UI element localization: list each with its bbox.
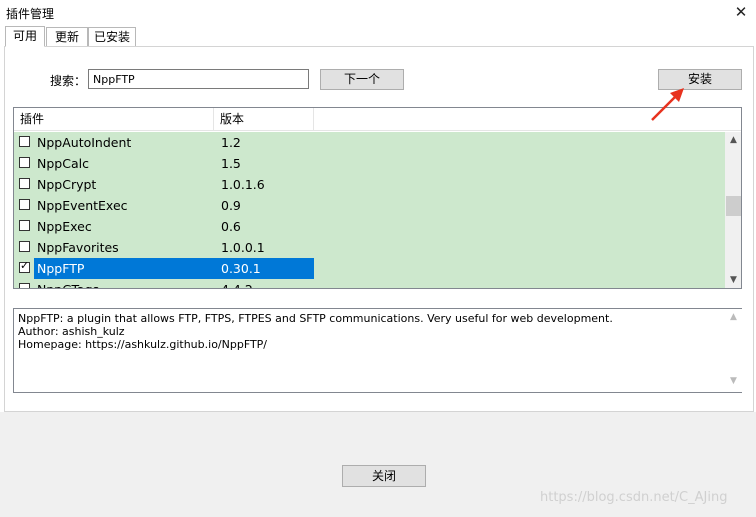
row-checkbox[interactable] (19, 241, 30, 252)
plugin-name: NppFTP (37, 261, 85, 276)
close-icon[interactable]: ✕ (728, 1, 754, 25)
title-bar: 插件管理 ✕ (0, 0, 756, 26)
list-item[interactable]: NppCrypt 1.0.1.6 (14, 174, 725, 195)
search-label: 搜索： (50, 74, 87, 88)
list-item[interactable]: NppFavorites 1.0.0.1 (14, 237, 725, 258)
plugin-version: 1.0.0.1 (221, 240, 265, 255)
row-checkbox[interactable] (19, 220, 30, 231)
plugin-version: 1.0.1.6 (221, 177, 265, 192)
list-item[interactable]: NppGTags 4.4.2 (14, 279, 725, 288)
column-header-plugin[interactable]: 插件 (14, 108, 214, 130)
search-input[interactable]: NppFTP (88, 69, 309, 89)
scroll-down-icon[interactable]: ▼ (725, 376, 742, 386)
plugin-name: NppFavorites (37, 240, 119, 255)
annotation-arrow-icon (651, 88, 684, 121)
row-checkbox[interactable] (19, 259, 30, 273)
plugin-name: NppCalc (37, 156, 89, 171)
description-scrollbar[interactable]: ▲ ▼ (725, 309, 742, 392)
tab-available[interactable]: 可用 (5, 26, 45, 47)
watermark: https://blog.csdn.net/C_AJing (540, 490, 728, 505)
plugin-version: 1.2 (221, 135, 241, 150)
row-checkbox[interactable] (19, 199, 30, 210)
plugin-version: 1.5 (221, 156, 241, 171)
tab-updates[interactable]: 更新 (46, 27, 88, 46)
column-header-version[interactable]: 版本 (214, 108, 314, 130)
list-item[interactable]: NppEventExec 0.9 (14, 195, 725, 216)
close-button[interactable]: 关闭 (342, 465, 426, 487)
row-checkbox[interactable] (19, 136, 30, 147)
plugin-name: NppEventExec (37, 198, 128, 213)
list-item[interactable]: NppCalc 1.5 (14, 153, 725, 174)
list-rows: NppAutoIndent 1.2 NppCalc 1.5 NppCrypt 1.0.1.… (14, 132, 725, 288)
row-checkbox[interactable] (19, 283, 30, 288)
scroll-up-icon[interactable]: ▲ (725, 312, 742, 322)
row-checkbox[interactable] (19, 157, 30, 168)
plugin-name: NppExec (37, 219, 92, 234)
list-item[interactable]: NppExec 0.6 (14, 216, 725, 237)
window-title: 插件管理 (6, 7, 55, 21)
plugin-version: 0.30.1 (221, 261, 261, 276)
plugin-version: 0.6 (221, 219, 241, 234)
plugin-version: 4.4.2 (221, 282, 253, 288)
plugin-list[interactable]: 插件 版本 NppAutoIndent 1.2 NppCalc 1.5 NppCrypt… (13, 107, 742, 289)
plugin-name: NppGTags (37, 282, 99, 288)
plugin-name: NppCrypt (37, 177, 97, 192)
tab-installed[interactable]: 已安装 (88, 27, 136, 46)
scroll-up-icon[interactable]: ▲ (725, 132, 741, 149)
list-scrollbar[interactable]: ▲ ▼ (725, 132, 741, 288)
scroll-down-icon[interactable]: ▼ (725, 272, 741, 288)
list-header: 插件 版本 (14, 108, 741, 131)
description-text: NppFTP: a plugin that allows FTP, FTPS, … (18, 312, 613, 351)
plugin-name: NppAutoIndent (37, 135, 132, 150)
scroll-thumb[interactable] (726, 196, 741, 216)
description-box[interactable]: NppFTP: a plugin that allows FTP, FTPS, … (13, 308, 742, 393)
plugin-version: 0.9 (221, 198, 241, 213)
list-item[interactable]: NppAutoIndent 1.2 (14, 132, 725, 153)
list-item[interactable]: NppFTP 0.30.1 (14, 258, 725, 279)
next-button[interactable]: 下一个 (320, 69, 404, 90)
row-checkbox[interactable] (19, 178, 30, 189)
